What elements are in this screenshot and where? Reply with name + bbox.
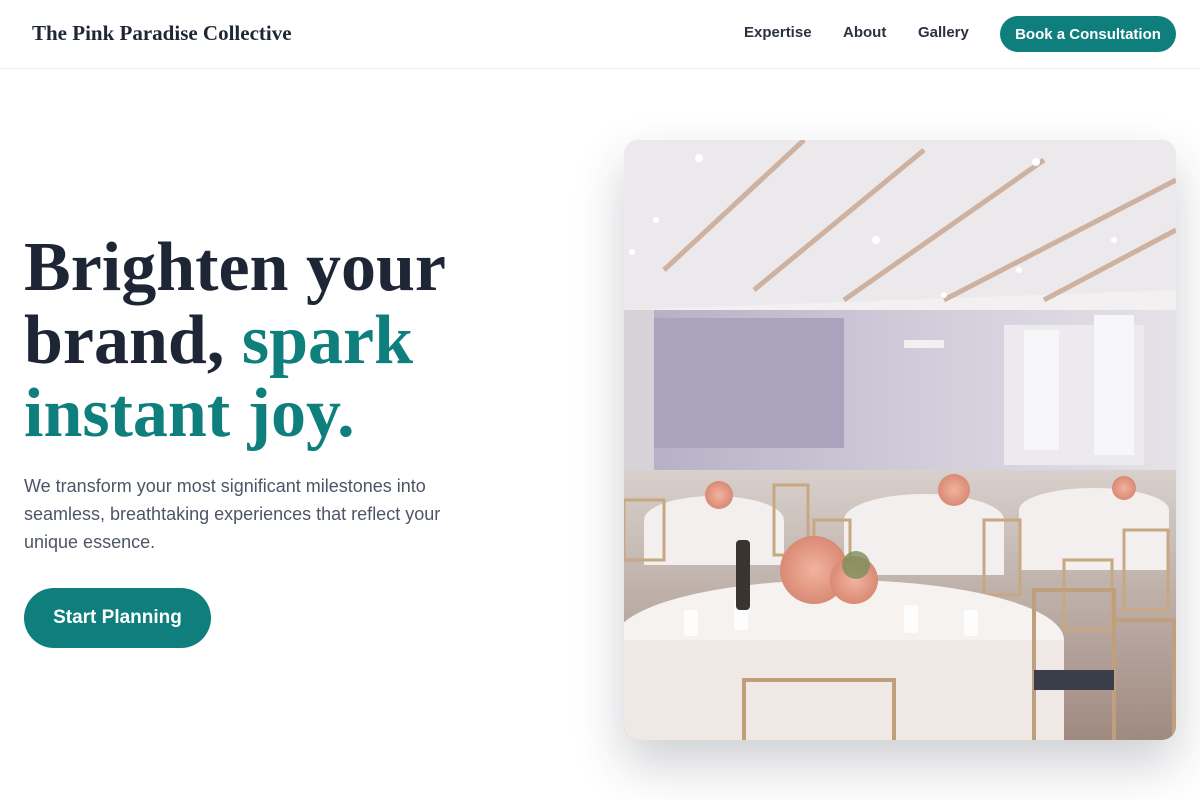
book-consultation-button[interactable]: Book a Consultation: [1000, 16, 1176, 52]
headline-line-2-accent: spark: [241, 302, 414, 379]
nav-link-about[interactable]: About: [843, 24, 886, 41]
hero-headline: Brighten your brand, spark instant joy.: [24, 231, 584, 450]
brand-name[interactable]: The Pink Paradise Collective: [32, 21, 292, 46]
headline-line-2-plain: brand,: [24, 302, 242, 379]
start-planning-button[interactable]: Start Planning: [24, 588, 211, 648]
nav-link-gallery[interactable]: Gallery: [918, 24, 969, 41]
hero-subtext: We transform your most significant miles…: [24, 476, 441, 552]
hero-image-wedding-hall: [624, 140, 1176, 740]
wedding-hall-illustration: [624, 140, 1176, 740]
headline-line-3-accent: instant joy.: [24, 375, 355, 452]
headline-line-1: Brighten your: [24, 229, 446, 306]
top-nav: The Pink Paradise Collective Expertise A…: [0, 0, 1200, 69]
nav-link-expertise[interactable]: Expertise: [744, 24, 812, 41]
